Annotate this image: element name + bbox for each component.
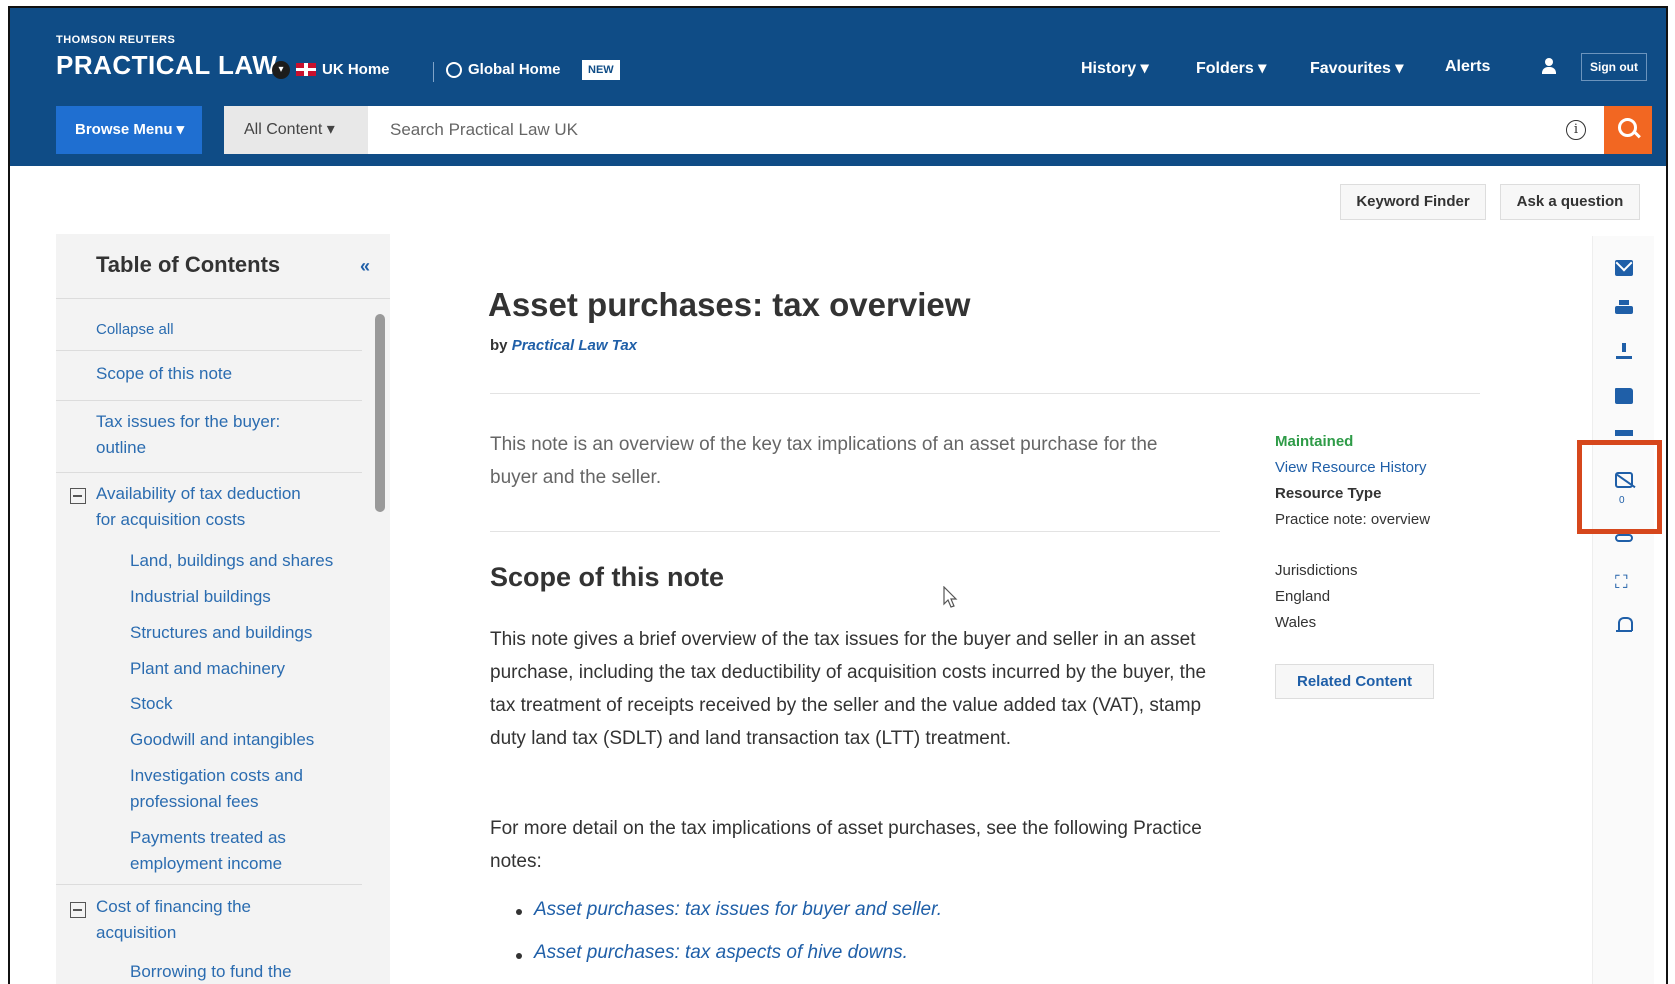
favourites-menu[interactable]: Favourites ▾ <box>1310 58 1403 78</box>
jurisdictions-label: Jurisdictions <box>1275 562 1358 579</box>
brand-logo[interactable]: PRACTICAL LAW <box>56 50 277 81</box>
content-scope-dropdown[interactable]: All Content ▾ <box>224 106 368 154</box>
fullscreen-icon[interactable] <box>1615 572 1633 593</box>
global-home-label: Global Home <box>468 61 561 78</box>
toc-divider <box>56 298 390 299</box>
toc-item-tax-issues-buyer[interactable]: Tax issues for the buyer: <box>96 409 280 435</box>
title-divider <box>490 393 1480 394</box>
toc-divider <box>56 884 362 885</box>
document-byline: by Practical Law Tax <box>490 337 637 354</box>
bullet-dot <box>516 909 522 915</box>
toc-collapse-section-icon[interactable] <box>70 488 86 504</box>
uk-home-link[interactable]: UK Home <box>296 61 390 78</box>
toc-item-financing[interactable]: Cost of financing the <box>96 894 251 920</box>
history-menu[interactable]: History ▾ <box>1081 58 1149 78</box>
body-paragraph: For more detail on the tax implications … <box>490 818 1202 872</box>
link-icon[interactable] <box>1615 534 1633 542</box>
search-info-icon[interactable]: i <box>1566 120 1586 140</box>
toc-title: Table of Contents <box>96 252 281 277</box>
folder-icon[interactable] <box>1615 388 1633 404</box>
toc-subitem-borrowing[interactable]: Borrowing to fund the <box>130 959 292 984</box>
resource-type-value: Practice note: overview <box>1275 511 1431 528</box>
toc-collapse-section-icon[interactable] <box>70 902 86 918</box>
related-content-button[interactable]: Related Content <box>1275 664 1434 699</box>
ask-question-button[interactable]: Ask a question <box>1500 184 1640 220</box>
toc-collapse-all[interactable]: Collapse all <box>96 317 174 343</box>
print-icon[interactable] <box>1615 300 1633 316</box>
keyword-finder-button[interactable]: Keyword Finder <box>1340 184 1486 220</box>
jurisdiction-wales: Wales <box>1275 614 1317 631</box>
add-to-folder-icon[interactable] <box>1615 430 1633 436</box>
document-title: Asset purchases: tax overview <box>488 286 971 323</box>
toc-subitem-stock[interactable]: Stock <box>130 691 173 717</box>
globe-icon <box>446 61 462 78</box>
alerts-link[interactable]: Alerts <box>1445 58 1490 76</box>
toc-subitem-investigation[interactable]: Investigation costs and <box>130 763 303 789</box>
uk-flag-icon <box>296 63 316 76</box>
toc-subitem-industrial[interactable]: Industrial buildings <box>130 584 271 610</box>
table-of-contents: Table of Contents « Collapse all Scope o… <box>56 234 390 984</box>
alert-bell-icon[interactable] <box>1615 617 1633 633</box>
toc-item-scope[interactable]: Scope of this note <box>96 361 232 387</box>
toc-item-tax-issues-buyer-cont[interactable]: outline <box>96 435 146 461</box>
uk-home-label: UK Home <box>322 61 390 78</box>
browse-menu-button[interactable]: Browse Menu ▾ <box>56 106 202 154</box>
toc-divider <box>56 472 362 473</box>
jurisdiction-england: England <box>1275 588 1331 605</box>
global-home-link[interactable]: Global Home <box>446 61 561 78</box>
search-input[interactable] <box>368 106 1598 154</box>
summary-divider <box>490 531 1220 532</box>
view-history-link[interactable]: View Resource History <box>1275 459 1426 476</box>
practice-note-link[interactable]: Asset purchases: tax aspects of hive dow… <box>534 942 908 964</box>
toc-divider <box>56 400 362 401</box>
user-profile-icon[interactable] <box>1540 58 1558 76</box>
document-summary: This note is an overview of the key tax … <box>490 434 1158 488</box>
toc-subitem-plant[interactable]: Plant and machinery <box>130 656 285 682</box>
maintained-status: Maintained <box>1275 433 1354 450</box>
sign-out-button[interactable]: Sign out <box>1581 53 1647 81</box>
collapse-toc-icon[interactable]: « <box>360 256 370 277</box>
practice-note-link[interactable]: Asset purchases: tax issues for buyer an… <box>534 899 942 921</box>
author-link[interactable]: Practical Law Tax <box>512 337 637 354</box>
email-icon[interactable] <box>1615 260 1633 276</box>
mouse-cursor-icon <box>943 586 958 608</box>
body-paragraph: This note gives a brief overview of the … <box>490 629 1207 749</box>
header-divider <box>433 62 434 82</box>
toc-item-tax-deduction-cont[interactable]: for acquisition costs <box>96 507 245 533</box>
toc-item-tax-deduction[interactable]: Availability of tax deduction <box>96 481 301 507</box>
toc-subitem-investigation-cont[interactable]: professional fees <box>130 789 259 815</box>
toc-subitem-structures[interactable]: Structures and buildings <box>130 620 312 646</box>
toc-subitem-payments[interactable]: Payments treated as <box>130 825 286 851</box>
site-header: THOMSON REUTERS PRACTICAL LAW ▾ UK Home … <box>10 8 1666 166</box>
toc-subitem-payments-cont[interactable]: employment income <box>130 851 282 877</box>
download-icon[interactable] <box>1615 343 1633 359</box>
toc-item-financing-cont[interactable]: acquisition <box>96 920 176 946</box>
folders-menu[interactable]: Folders ▾ <box>1196 58 1266 78</box>
search-bar: All Content ▾ i <box>224 106 1652 154</box>
new-badge: NEW <box>582 60 620 80</box>
browser-viewport: THOMSON REUTERS PRACTICAL LAW ▾ UK Home … <box>8 6 1668 984</box>
search-button[interactable] <box>1604 106 1652 154</box>
bullet-dot <box>516 953 522 959</box>
toc-scrollbar[interactable] <box>375 314 385 512</box>
toc-divider <box>56 350 362 351</box>
annotation-highlight-box <box>1577 440 1662 534</box>
toc-subitem-goodwill[interactable]: Goodwill and intangibles <box>130 727 314 753</box>
section-heading: Scope of this note <box>490 562 725 592</box>
toc-subitem-land[interactable]: Land, buildings and shares <box>130 548 333 574</box>
byline-prefix: by <box>490 337 508 354</box>
resource-type-label: Resource Type <box>1275 485 1382 502</box>
brand-menu-chevron-icon[interactable]: ▾ <box>272 61 290 79</box>
brand-parent-name: THOMSON REUTERS <box>56 34 176 46</box>
